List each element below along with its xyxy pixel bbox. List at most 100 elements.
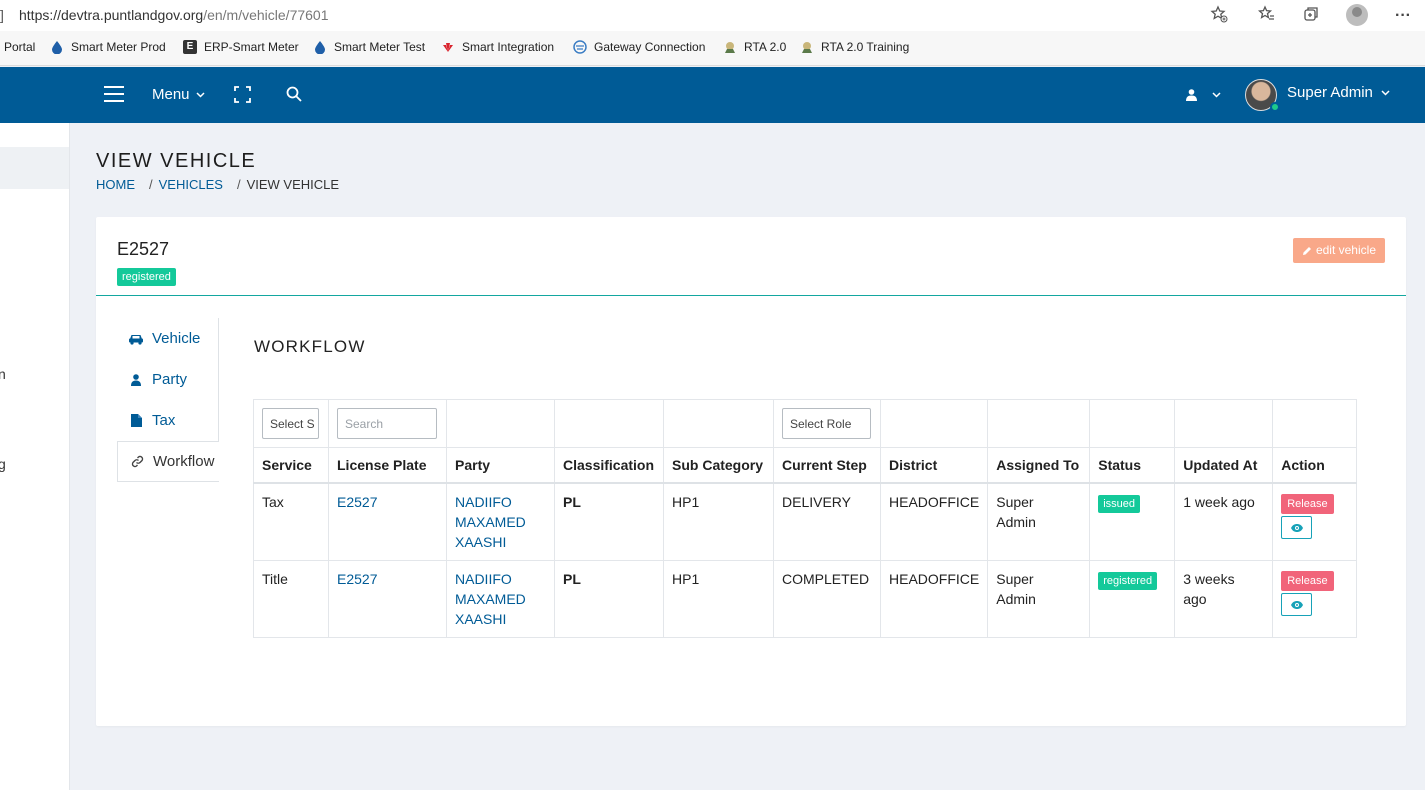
- bookmarks-bar: Portal Smart Meter Prod E ERP-Smart Mete…: [0, 31, 1425, 66]
- car-icon: [128, 333, 144, 345]
- district-cell: HEADOFFICE: [879, 482, 989, 561]
- assigned-line: Super: [996, 571, 1034, 587]
- party-link[interactable]: NADIIFO MAXAMED XAASHI: [455, 494, 526, 550]
- party-line: XAASHI: [455, 534, 507, 550]
- filter-cell: Search: [328, 399, 447, 448]
- breadcrumb: HOME / VEHICLES / VIEW VEHICLE: [96, 177, 339, 192]
- classification-cell: PL: [554, 560, 664, 638]
- party-link[interactable]: NADIIFO MAXAMED XAASHI: [455, 571, 526, 627]
- tab-label: Workflow: [153, 453, 215, 470]
- service-filter-select[interactable]: Select S: [262, 408, 319, 439]
- party-line: XAASHI: [455, 611, 507, 627]
- search-icon[interactable]: [286, 86, 302, 104]
- url-field[interactable]: https://devtra.puntlandgov.org/en/m/vehi…: [19, 7, 329, 23]
- status-cell: registered: [1089, 560, 1176, 638]
- bookmark-label: RTA 2.0 Training: [821, 40, 910, 54]
- globe-icon: [573, 40, 587, 54]
- assigned-line: Admin: [996, 514, 1036, 530]
- release-button[interactable]: Release: [1281, 494, 1334, 514]
- tab-label: Vehicle: [152, 330, 201, 347]
- page-title: VIEW VEHICLE: [96, 150, 257, 172]
- plate-link[interactable]: E2527: [337, 571, 377, 587]
- bookmark-erp-smart-meter[interactable]: E ERP-Smart Meter: [183, 40, 299, 54]
- party-line: MAXAMED: [455, 591, 526, 607]
- tab-workflow[interactable]: Workflow: [117, 441, 219, 482]
- assigned-to-cell: Super Admin: [987, 482, 1091, 561]
- tab-vehicle[interactable]: Vehicle: [117, 318, 219, 359]
- role-filter-select[interactable]: Select Role: [782, 408, 871, 439]
- column-header[interactable]: Party: [446, 447, 555, 484]
- chevron-down-icon: [1212, 92, 1221, 98]
- column-header[interactable]: Service: [253, 447, 329, 484]
- bookmark-label: Smart Integration: [462, 40, 555, 54]
- table-row: Title E2527 NADIIFO MAXAMED XAASHI PL HP1 …: [253, 560, 1358, 638]
- favorite-add-icon[interactable]: [1208, 5, 1230, 27]
- filter-cell: [1174, 399, 1274, 448]
- party-cell: NADIIFO MAXAMED XAASHI: [446, 560, 555, 638]
- bookmark-label: Smart Meter Test: [334, 40, 426, 54]
- current-step-cell: COMPLETED: [773, 560, 881, 638]
- browser-more-icon[interactable]: ···: [1392, 5, 1414, 27]
- column-header[interactable]: Assigned To: [987, 447, 1091, 484]
- bookmark-rta-2-training[interactable]: RTA 2.0 Training: [800, 40, 909, 54]
- release-button[interactable]: Release: [1281, 571, 1334, 591]
- hamburger-menu-icon[interactable]: [104, 86, 124, 102]
- bookmark-portal[interactable]: Portal: [4, 40, 35, 54]
- bookmark-gateway-connection[interactable]: Gateway Connection: [573, 40, 705, 54]
- fullscreen-icon[interactable]: [234, 86, 251, 104]
- user-menu-dropdown[interactable]: [1186, 67, 1221, 123]
- view-button[interactable]: [1281, 516, 1313, 539]
- eye-icon: [1290, 600, 1303, 609]
- workflow-table: Select S Search Select Role Service Lice…: [253, 399, 1358, 638]
- tab-party[interactable]: Party: [117, 359, 219, 400]
- party-line: MAXAMED: [455, 514, 526, 530]
- menu-dropdown[interactable]: Menu: [152, 67, 205, 123]
- bookmark-rta-2[interactable]: RTA 2.0: [723, 40, 786, 54]
- bookmark-smart-integration[interactable]: Smart Integration: [441, 40, 554, 54]
- column-header[interactable]: License Plate: [328, 447, 447, 484]
- service-cell: Tax: [253, 482, 329, 561]
- column-header[interactable]: Sub Category: [663, 447, 774, 484]
- sidebar-item-fragment[interactable]: n: [0, 366, 6, 382]
- party-cell: NADIIFO MAXAMED XAASHI: [446, 482, 555, 561]
- filter-cell: [1089, 399, 1176, 448]
- pencil-icon: [1302, 246, 1311, 255]
- vehicle-card: E2527 registered edit vehicle Vehicle Pa…: [96, 217, 1406, 726]
- column-header[interactable]: District: [879, 447, 989, 484]
- collections-icon[interactable]: [1300, 5, 1322, 27]
- user-icon: [1186, 89, 1197, 101]
- search-input[interactable]: Search: [337, 408, 437, 439]
- edit-vehicle-label: edit vehicle: [1315, 243, 1376, 257]
- bookmark-smart-meter-prod[interactable]: Smart Meter Prod: [50, 40, 166, 54]
- user-icon: [128, 373, 144, 386]
- tab-tax[interactable]: Tax: [117, 400, 219, 441]
- tab-label: Party: [152, 371, 188, 388]
- favorites-icon[interactable]: [1256, 5, 1278, 27]
- profile-dropdown[interactable]: Super Admin: [1287, 65, 1390, 121]
- edit-vehicle-button[interactable]: edit vehicle: [1292, 238, 1385, 263]
- vehicle-plate: E2527: [117, 239, 170, 259]
- breadcrumb-vehicles[interactable]: VEHICLES: [159, 177, 223, 192]
- column-header[interactable]: Updated At: [1174, 447, 1274, 484]
- sidebar-active-item[interactable]: [0, 147, 69, 189]
- sidebar: n g: [0, 123, 70, 790]
- plate-cell: E2527: [328, 482, 447, 561]
- status-badge: registered: [117, 268, 176, 286]
- emblem-icon: [725, 42, 735, 53]
- breadcrumb-home[interactable]: HOME: [96, 177, 135, 192]
- eye-icon: [1290, 523, 1303, 532]
- sidebar-item-fragment[interactable]: g: [0, 456, 6, 472]
- filter-cell: [879, 399, 989, 448]
- column-header[interactable]: Action: [1272, 447, 1358, 484]
- bookmark-label: ERP-Smart Meter: [204, 40, 299, 54]
- plate-link[interactable]: E2527: [337, 494, 377, 510]
- column-header[interactable]: Status: [1089, 447, 1176, 484]
- view-button[interactable]: [1281, 593, 1313, 616]
- browser-profile-icon[interactable]: [1346, 4, 1368, 26]
- vehicle-tabs: Vehicle Party Tax Workflow: [117, 318, 219, 482]
- bookmark-smart-meter-test[interactable]: Smart Meter Test: [313, 40, 425, 54]
- chevron-down-icon: [196, 92, 205, 98]
- updated-line: 3 weeks: [1183, 571, 1235, 587]
- column-header[interactable]: Current Step: [773, 447, 881, 484]
- column-header[interactable]: Classification: [554, 447, 664, 484]
